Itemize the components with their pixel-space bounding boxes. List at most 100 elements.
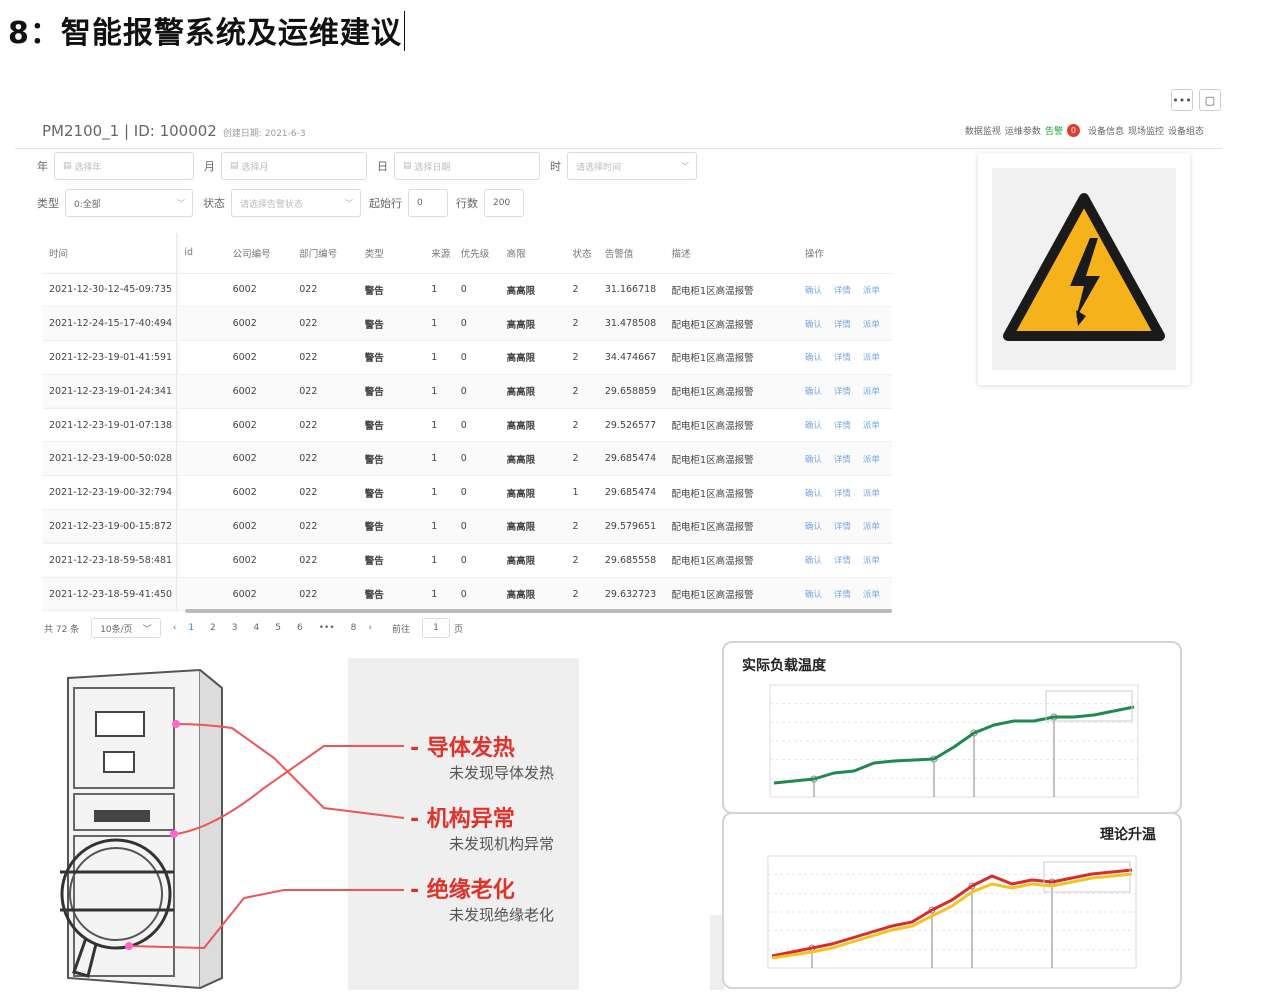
- warning-card: [978, 153, 1190, 385]
- next-page-button[interactable]: ›: [368, 623, 372, 633]
- table-row: 2021-12-23-19-01-24:341 6002 022 警告 1 0 高高限 2 29…: [42, 374, 892, 409]
- dispatch-link[interactable]: 派单: [863, 590, 880, 600]
- page-number[interactable]: 1: [188, 623, 194, 633]
- more-button[interactable]: •••: [1171, 89, 1193, 111]
- nav-device-config[interactable]: 设备组态: [1168, 124, 1204, 137]
- confirm-link[interactable]: 确认: [805, 286, 822, 296]
- table-cell: 高高限: [499, 273, 566, 308]
- column-header[interactable]: 来源: [424, 233, 454, 274]
- confirm-link[interactable]: 确认: [805, 590, 822, 600]
- column-header[interactable]: 部门编号: [292, 233, 358, 274]
- detail-link[interactable]: 详情: [834, 286, 851, 296]
- confirm-link[interactable]: 确认: [805, 387, 822, 397]
- row-count-input[interactable]: 200: [484, 189, 524, 217]
- page-number[interactable]: •••: [319, 623, 335, 633]
- column-header[interactable]: 状态: [565, 233, 598, 274]
- nav-device-info[interactable]: 设备信息: [1088, 124, 1124, 137]
- column-header[interactable]: id: [176, 233, 226, 274]
- chevron-down-icon: ﹀: [345, 199, 353, 208]
- column-header[interactable]: 类型: [357, 233, 425, 274]
- dispatch-link[interactable]: 派单: [863, 522, 880, 532]
- detail-link[interactable]: 详情: [834, 455, 851, 465]
- app-header: PM2100_1 | ID: 100002 创建日期: 2021-6-3 数据监视…: [15, 112, 1222, 149]
- confirm-link[interactable]: 确认: [805, 455, 822, 465]
- dispatch-link[interactable]: 派单: [863, 421, 880, 431]
- page-number[interactable]: 4: [254, 623, 260, 633]
- table-cell: 2: [565, 577, 598, 612]
- nav-data-monitor[interactable]: 数据监视: [965, 124, 1001, 137]
- table-cell: 1: [424, 509, 454, 544]
- dispatch-link[interactable]: 派单: [863, 556, 880, 566]
- alarm-table: 时间 id 公司编号 部门编号 类型 来源 优先级 高限 状态 告警值 描述 操作 2021-12-3…: [42, 233, 892, 613]
- table-row: 2021-12-23-19-00-32:794 6002 022 警告 1 0 高高限 1 29…: [42, 475, 892, 511]
- type-select[interactable]: 0:全部 ﹀: [65, 189, 193, 217]
- status-select[interactable]: 请选择告警状态 ﹀: [231, 189, 361, 217]
- detail-link[interactable]: 详情: [834, 590, 851, 600]
- year-placeholder: 选择年: [74, 162, 102, 173]
- table-cell: 高高限: [499, 374, 566, 409]
- column-header[interactable]: 公司编号: [225, 233, 293, 274]
- detail-link[interactable]: 详情: [834, 522, 851, 532]
- nav-ops-params[interactable]: 运维参数: [1005, 124, 1041, 137]
- confirm-link[interactable]: 确认: [805, 556, 822, 566]
- page-size-select[interactable]: 10条/页 ﹀: [91, 618, 161, 638]
- column-header[interactable]: 优先级: [453, 233, 500, 274]
- start-row-input[interactable]: 0: [408, 189, 448, 217]
- confirm-link[interactable]: 确认: [805, 421, 822, 431]
- month-picker[interactable]: ▤ 选择月: [221, 152, 367, 180]
- page-number[interactable]: 6: [297, 623, 303, 633]
- chart2-plot: [767, 855, 1137, 969]
- prev-page-button[interactable]: ‹: [173, 623, 177, 633]
- maximize-button[interactable]: ▢: [1199, 89, 1221, 111]
- nav-alarm[interactable]: 告警: [1045, 124, 1063, 137]
- page-number[interactable]: 5: [275, 623, 281, 633]
- dispatch-link[interactable]: 派单: [863, 455, 880, 465]
- table-cell: 配电柜1区高温报警: [664, 306, 798, 342]
- dispatch-link[interactable]: 派单: [863, 489, 880, 499]
- table-cell: [176, 408, 226, 443]
- page-number[interactable]: 8: [351, 623, 357, 633]
- hour-select[interactable]: 请选择时间 ﹀: [567, 152, 697, 180]
- column-header[interactable]: 高限: [499, 233, 566, 274]
- table-cell: 6002: [225, 306, 293, 342]
- page-number[interactable]: 2: [210, 623, 216, 633]
- year-label: 年: [37, 160, 48, 173]
- horizontal-scrollbar[interactable]: [185, 609, 892, 613]
- alarm-count-badge: 0: [1066, 124, 1080, 137]
- table-cell: 022: [292, 374, 358, 409]
- table-cell: 警告: [357, 340, 425, 375]
- column-header[interactable]: 描述: [664, 233, 798, 274]
- dispatch-link[interactable]: 派单: [863, 353, 880, 363]
- dispatch-link[interactable]: 派单: [863, 320, 880, 330]
- dispatch-link[interactable]: 派单: [863, 387, 880, 397]
- column-header[interactable]: 时间: [42, 233, 178, 274]
- table-cell: 2021-12-23-19-00-32:794: [42, 475, 178, 511]
- confirm-link[interactable]: 确认: [805, 522, 822, 532]
- column-header[interactable]: 操作: [797, 233, 892, 274]
- window-controls: ••• ▢: [1171, 89, 1221, 111]
- table-cell: 配电柜1区高温报警: [664, 577, 798, 612]
- year-picker[interactable]: ▤ 选择年: [54, 152, 194, 180]
- goto-page-input[interactable]: 1: [422, 618, 451, 638]
- table-cell: 2: [565, 408, 598, 443]
- nav-site-monitor[interactable]: 现场监控: [1128, 124, 1164, 137]
- dispatch-link[interactable]: 派单: [863, 286, 880, 296]
- table-cell: 警告: [357, 441, 425, 477]
- confirm-link[interactable]: 确认: [805, 353, 822, 363]
- detail-link[interactable]: 详情: [834, 489, 851, 499]
- column-header[interactable]: 告警值: [597, 233, 665, 274]
- table-cell: [176, 374, 226, 409]
- table-cell: 配电柜1区高温报警: [664, 475, 798, 511]
- type-label: 类型: [37, 197, 59, 210]
- table-cell: 高高限: [499, 340, 566, 375]
- detail-link[interactable]: 详情: [834, 556, 851, 566]
- detail-link[interactable]: 详情: [834, 421, 851, 431]
- table-cell: 高高限: [499, 408, 566, 443]
- detail-link[interactable]: 详情: [834, 387, 851, 397]
- confirm-link[interactable]: 确认: [805, 320, 822, 330]
- detail-link[interactable]: 详情: [834, 353, 851, 363]
- day-picker[interactable]: ▤ 选择日期: [394, 152, 540, 180]
- detail-link[interactable]: 详情: [834, 320, 851, 330]
- confirm-link[interactable]: 确认: [805, 489, 822, 499]
- page-number[interactable]: 3: [232, 623, 238, 633]
